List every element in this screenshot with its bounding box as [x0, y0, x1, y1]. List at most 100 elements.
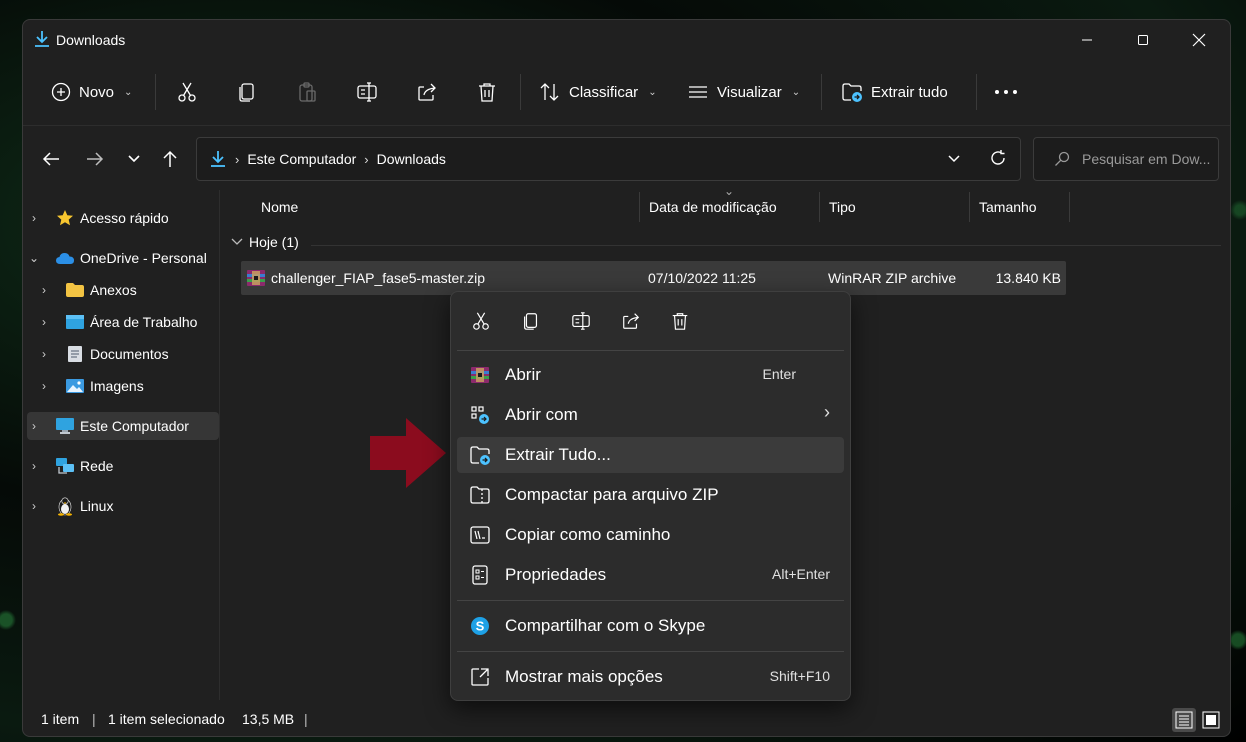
sidebar-item-acesso-rapido[interactable]: › Acesso rápido: [27, 204, 219, 232]
column-divider[interactable]: [639, 192, 640, 222]
chevron-right-icon[interactable]: ›: [27, 459, 41, 473]
context-item-label: Compactar para arquivo ZIP: [505, 485, 719, 504]
open-with-icon: [469, 404, 491, 426]
chevron-right-icon[interactable]: ›: [27, 419, 41, 433]
context-item-propriedades[interactable]: Propriedades Alt+Enter: [457, 557, 844, 593]
trash-icon: [672, 313, 688, 330]
chevron-down-icon: [128, 155, 140, 163]
table-row[interactable]: challenger_FIAP_fase5-master.zip 07/10/2…: [241, 261, 1066, 295]
file-name: challenger_FIAP_fase5-master.zip: [271, 270, 485, 286]
address-bar[interactable]: › Este Computador › Downloads: [196, 137, 1021, 181]
column-divider[interactable]: [1069, 192, 1070, 222]
cut-button[interactable]: [176, 72, 198, 112]
chevron-right-icon[interactable]: ›: [37, 283, 51, 297]
address-dropdown-button[interactable]: [947, 151, 961, 167]
scissors-icon: [178, 82, 196, 102]
copy-icon: [239, 83, 254, 102]
chevron-right-icon[interactable]: ›: [27, 499, 41, 513]
share-button[interactable]: [416, 72, 438, 112]
breadcrumb-este-computador[interactable]: Este Computador: [247, 151, 356, 167]
title-bar: Downloads: [23, 20, 1230, 60]
more-button[interactable]: [993, 72, 1019, 112]
forward-button[interactable]: [81, 147, 109, 171]
maximize-button[interactable]: [1115, 20, 1171, 60]
view-label: Visualizar: [717, 83, 782, 101]
skype-icon: S: [469, 615, 491, 637]
context-rename-button[interactable]: [569, 309, 593, 333]
context-item-copiar-caminho[interactable]: Copiar como caminho: [457, 517, 844, 553]
context-item-label: Mostrar mais opções: [505, 667, 663, 686]
sidebar-item-linux[interactable]: › Linux: [27, 492, 219, 520]
sidebar-item-area-de-trabalho[interactable]: › Área de Trabalho: [27, 308, 219, 336]
arrow-left-icon: [42, 152, 59, 166]
column-header-tamanho[interactable]: Tamanho: [971, 190, 1069, 224]
chevron-right-icon[interactable]: ›: [37, 379, 51, 393]
new-button[interactable]: Novo ⌄: [51, 72, 132, 112]
context-item-extrair-tudo[interactable]: Extrair Tudo...: [457, 437, 844, 473]
status-divider: |: [92, 711, 96, 727]
delete-button[interactable]: [476, 72, 498, 112]
pointer-arrow-icon: [370, 418, 446, 488]
desktop-icon: [65, 313, 85, 331]
context-cut-button[interactable]: [469, 309, 493, 333]
chevron-right-icon[interactable]: ›: [27, 211, 41, 225]
group-divider: [311, 245, 1221, 246]
column-header-tipo[interactable]: Tipo: [821, 190, 969, 224]
copy-button[interactable]: [236, 72, 258, 112]
close-button[interactable]: [1171, 20, 1227, 60]
context-menu-divider: [457, 600, 844, 601]
window-title: Downloads: [56, 32, 126, 48]
extract-all-button[interactable]: Extrair tudo: [841, 72, 948, 112]
folder-icon: [65, 281, 85, 299]
sort-icon: [540, 83, 559, 101]
context-share-button[interactable]: [619, 309, 643, 333]
minimize-icon: [1082, 39, 1092, 41]
view-button[interactable]: Visualizar ⌄: [687, 72, 800, 112]
refresh-button[interactable]: [989, 149, 1007, 170]
sidebar-item-label: Documentos: [90, 346, 169, 362]
context-copy-button[interactable]: [519, 309, 543, 333]
column-header-nome[interactable]: Nome: [253, 190, 638, 224]
up-button[interactable]: [156, 147, 184, 171]
details-view-icon: [1175, 711, 1193, 729]
recent-locations-button[interactable]: [120, 147, 148, 171]
chevron-right-icon[interactable]: ›: [37, 347, 51, 361]
column-divider[interactable]: [969, 192, 970, 222]
thumbnail-view-icon: [1202, 711, 1220, 729]
group-header-hoje[interactable]: Hoje (1): [231, 234, 299, 250]
sidebar-item-imagens[interactable]: › Imagens: [27, 372, 219, 400]
paste-button[interactable]: [296, 72, 318, 112]
plus-circle-icon: [51, 82, 71, 102]
sidebar-item-este-computador[interactable]: › Este Computador: [27, 412, 219, 440]
sidebar-item-label: Rede: [80, 458, 114, 474]
chevron-right-icon[interactable]: ›: [37, 315, 51, 329]
column-divider[interactable]: [819, 192, 820, 222]
sidebar-item-label: Este Computador: [80, 418, 189, 434]
sidebar-item-rede[interactable]: › Rede: [27, 452, 219, 480]
sidebar-item-onedrive[interactable]: ⌄ OneDrive - Personal: [27, 244, 219, 272]
copy-icon: [524, 313, 538, 330]
chevron-down-icon[interactable]: ⌄: [27, 251, 41, 265]
navigation-bar: › Este Computador › Downloads Pesquisar …: [23, 127, 1230, 187]
sidebar-item-anexos[interactable]: › Anexos: [27, 276, 219, 304]
details-view-button[interactable]: [1172, 708, 1196, 732]
back-button[interactable]: [37, 147, 65, 171]
sidebar-item-documentos[interactable]: › Documentos: [27, 340, 219, 368]
context-item-compactar-zip[interactable]: Compactar para arquivo ZIP: [457, 477, 844, 513]
context-item-mostrar-mais-opcoes[interactable]: Mostrar mais opções Shift+F10: [457, 659, 844, 695]
context-item-compartilhar-skype[interactable]: S Compartilhar com o Skype: [457, 608, 844, 644]
sort-button[interactable]: Classificar ⌄: [539, 72, 657, 112]
rename-button[interactable]: [356, 72, 378, 112]
column-header-data-de-modificacao[interactable]: Data de modificação: [641, 190, 819, 224]
winrar-icon: [246, 269, 266, 290]
sidebar-item-label: Imagens: [90, 378, 144, 394]
chevron-right-icon: ›: [824, 402, 830, 422]
context-delete-button[interactable]: [668, 309, 692, 333]
context-item-abrir[interactable]: Abrir Enter: [457, 357, 844, 393]
minimize-button[interactable]: [1059, 20, 1115, 60]
file-type: WinRAR ZIP archive: [828, 270, 957, 286]
search-box[interactable]: Pesquisar em Dow...: [1033, 137, 1219, 181]
breadcrumb-downloads[interactable]: Downloads: [377, 151, 446, 167]
context-item-abrir-com[interactable]: Abrir com ›: [457, 397, 844, 433]
thumbnail-view-button[interactable]: [1199, 708, 1223, 732]
